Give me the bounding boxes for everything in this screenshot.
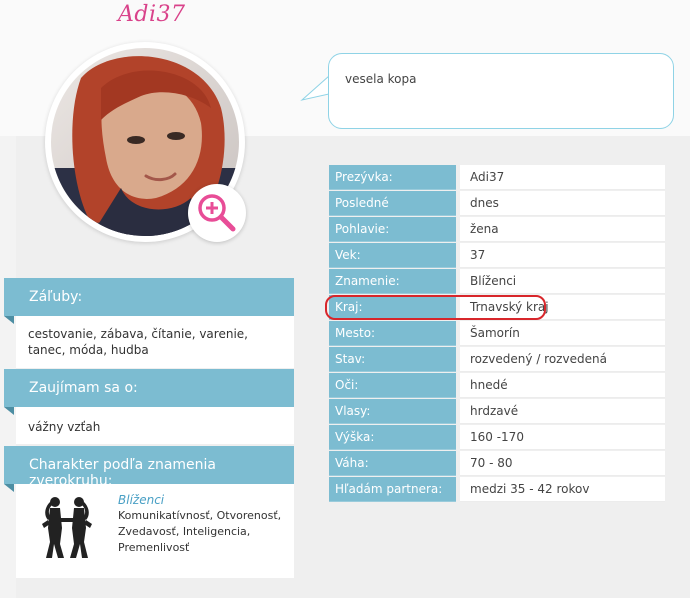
info-value: hrdzavé [460, 399, 665, 424]
info-label: Hľadám partnera: [329, 477, 456, 502]
interest-panel-header: Zaujímam sa o: [4, 369, 294, 407]
info-value: žena [460, 217, 665, 242]
info-label: Prezývka: [329, 165, 456, 190]
info-row-region: Kraj: Trnavský kraj [329, 295, 665, 321]
info-row-zodiac: Znamenie: Blíženci [329, 269, 665, 295]
info-row-seeking-partner: Hľadám partnera: medzi 35 - 42 rokov [329, 477, 665, 503]
interest-title: Zaujímam sa o: [29, 380, 138, 396]
gemini-twins-icon [42, 497, 92, 558]
hobbies-panel-header: Záľuby: [4, 278, 294, 316]
info-row-marital-status: Stav: rozvedený / rozvedená [329, 347, 665, 373]
info-label: Vek: [329, 243, 456, 268]
info-value: Blíženci [460, 269, 665, 294]
info-value: Adi37 [460, 165, 665, 190]
interest-text: vážny vzťah [28, 420, 101, 434]
info-label: Kraj: [329, 295, 456, 320]
info-label: Znamenie: [329, 269, 456, 294]
profile-username: Adi37 [118, 2, 186, 27]
info-row-gender: Pohlavie: žena [329, 217, 665, 243]
info-label: Vlasy: [329, 399, 456, 424]
info-row-hair: Vlasy: hrdzavé [329, 399, 665, 425]
info-value: 160 -170 [460, 425, 665, 450]
info-value: Trnavský kraj [460, 295, 665, 320]
info-row-city: Mesto: Šamorín [329, 321, 665, 347]
zodiac-panel-fold [4, 484, 14, 492]
zodiac-panel-body: Blíženci Komunikatívnosť, Otvorenosť, Zv… [16, 484, 294, 578]
hobbies-panel-body: cestovanie, zábava, čítanie, varenie, ta… [16, 316, 294, 368]
info-label: Váha: [329, 451, 456, 476]
zoom-in-magnifier-icon [198, 194, 236, 232]
info-label: Mesto: [329, 321, 456, 346]
profile-info-table: Prezývka: Adi37 Posledné prihlásenie: dn… [329, 165, 665, 503]
info-row-eyes: Oči: hnedé [329, 373, 665, 399]
zodiac-sign-name: Blíženci [118, 493, 165, 507]
hobbies-text: cestovanie, zábava, čítanie, varenie, ta… [28, 327, 248, 357]
zoom-photo-button[interactable] [188, 184, 246, 242]
info-value: rozvedený / rozvedená [460, 347, 665, 372]
info-label: Výška: [329, 425, 456, 450]
zodiac-traits: Komunikatívnosť, Otvorenosť, Zvedavosť, … [118, 509, 282, 554]
info-value: 37 [460, 243, 665, 268]
info-value: Šamorín [460, 321, 665, 346]
hobbies-title: Záľuby: [29, 289, 83, 305]
info-label: Pohlavie: [329, 217, 456, 242]
info-value: dnes [460, 191, 665, 216]
status-message: vesela kopa [345, 72, 417, 86]
info-row-weight: Váha: 70 - 80 [329, 451, 665, 477]
info-row-age: Vek: 37 [329, 243, 665, 269]
status-speech-bubble: vesela kopa [328, 53, 674, 129]
info-value: 70 - 80 [460, 451, 665, 476]
info-row-height: Výška: 160 -170 [329, 425, 665, 451]
info-label: Stav: [329, 347, 456, 372]
info-row-last-login: Posledné prihlásenie: dnes [329, 191, 665, 235]
info-label: Posledné prihlásenie: [329, 191, 456, 235]
info-label: Oči: [329, 373, 456, 398]
interest-panel-fold [4, 407, 14, 415]
info-row-nickname: Prezývka: Adi37 [329, 165, 665, 191]
zodiac-panel-header: Charakter podľa znamenia zverokruhu: [4, 446, 294, 489]
info-value: hnedé [460, 373, 665, 398]
info-value: medzi 35 - 42 rokov [460, 477, 665, 502]
interest-panel-body: vážny vzťah [16, 407, 294, 444]
hobbies-panel-fold [4, 316, 14, 324]
